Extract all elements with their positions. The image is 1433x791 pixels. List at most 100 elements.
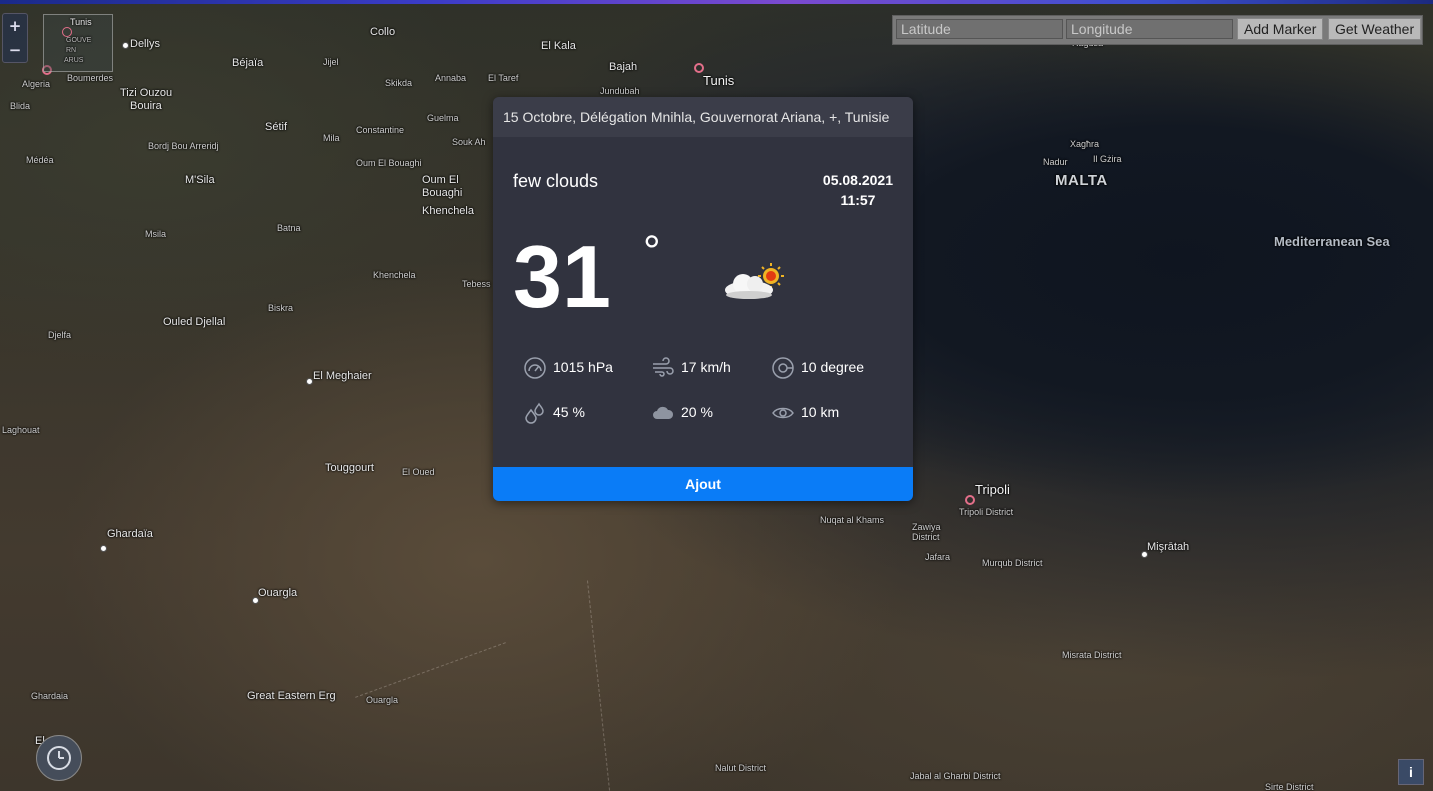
map-label: Msila <box>145 229 167 239</box>
map-label: Tunis <box>703 73 735 88</box>
map-label: Nuqat al Khams <box>820 515 885 525</box>
city-dot <box>306 378 313 385</box>
weather-location: 15 Octobre, Délégation Mnihla, Gouvernor… <box>503 109 890 125</box>
map-label: Collo <box>370 26 396 38</box>
map-label: Sirte District <box>1265 782 1314 791</box>
map-label: Batna <box>277 223 301 233</box>
map-label: Bordj Bou Arreridj <box>148 141 219 151</box>
clock-icon <box>47 746 71 770</box>
compass-icon <box>772 357 794 379</box>
get-weather-button[interactable]: Get Weather <box>1328 18 1422 40</box>
map-label: Dellys <box>130 38 160 50</box>
map-label: M'Sila <box>185 174 215 186</box>
map-label: Khenchela <box>422 205 474 217</box>
map-label: El Meghaier <box>313 370 372 382</box>
map-label: Misrata District <box>1062 650 1122 660</box>
zoom-out-button[interactable]: − <box>3 38 27 62</box>
minimap-label: Tunis <box>70 17 92 27</box>
map-label: Touggourt <box>325 462 374 474</box>
map-label: Annaba <box>435 73 467 83</box>
minimap-marker <box>62 27 72 37</box>
map-label: Biskra <box>268 303 294 313</box>
map-label: Bajah <box>609 61 638 73</box>
map-label: District <box>912 532 940 542</box>
map-label: Skikda <box>385 78 413 88</box>
map-label: Bouira <box>130 100 162 112</box>
zoom-in-button[interactable]: + <box>3 14 27 38</box>
sea-label: Mediterranean Sea <box>1274 234 1390 249</box>
map-label: Blida <box>10 101 31 111</box>
map-label: Xagħra <box>1070 139 1100 149</box>
map-label: El Taref <box>488 73 519 83</box>
map-label: Sétif <box>265 121 288 133</box>
map-label: Jijel <box>323 57 339 67</box>
top-accent-bar <box>0 0 1433 4</box>
map-label: Tripoli District <box>959 507 1014 517</box>
map-label: Ouargla <box>366 695 399 705</box>
map-label: Oum El <box>422 174 459 186</box>
country-label: MALTA <box>1055 172 1108 189</box>
minimap-label: GOUVE <box>66 37 92 44</box>
map-label: Great Eastern Erg <box>247 690 336 702</box>
degree-symbol: ° <box>643 227 661 276</box>
map-label: Khenchela <box>373 270 416 280</box>
map-label: Tripoli <box>975 482 1010 497</box>
cloudiness-value: 20 % <box>681 404 713 420</box>
weather-datetime: 05.08.2021 11:57 <box>823 170 893 210</box>
map-label: Ouargla <box>258 587 298 599</box>
map-label: Jafara <box>925 552 951 562</box>
map-label: Constantine <box>356 125 405 135</box>
weather-location-header: 15 Octobre, Délégation Mnihla, Gouvernor… <box>493 97 913 137</box>
wind-icon <box>653 357 674 377</box>
eye-icon <box>772 407 794 419</box>
map-label: Mişrātah <box>1147 541 1190 553</box>
info-button[interactable]: i <box>1398 759 1424 785</box>
map-label: El Kala <box>541 40 576 52</box>
map-label: Djelfa <box>48 330 72 340</box>
minimap-label: ARUS <box>64 57 84 64</box>
country-border <box>355 642 506 698</box>
map-label: Médéa <box>26 155 54 165</box>
map-label: Laghouat <box>2 425 40 435</box>
map-label: Tebess <box>462 279 491 289</box>
pressure-value: 1015 hPa <box>553 359 613 375</box>
map-label: Mila <box>323 133 340 143</box>
longitude-input[interactable] <box>1066 19 1233 39</box>
map-label: Jundubah <box>600 86 640 96</box>
capital-marker <box>965 495 975 505</box>
map-label: Ghardaïa <box>107 528 153 540</box>
city-dot <box>100 545 107 552</box>
map-label: Tizi Ouzou <box>120 87 173 99</box>
map-label: Il Gżira <box>1093 154 1122 164</box>
add-marker-button[interactable]: Add Marker <box>1237 18 1324 40</box>
gauge-icon <box>524 357 546 379</box>
map-label: Béjaïa <box>232 57 264 69</box>
overview-minimap[interactable]: Tunis GOUVE RN ARUS <box>43 14 113 72</box>
weather-description: few clouds <box>513 171 599 191</box>
weather-date: 05.08.2021 <box>822 172 893 188</box>
ajout-button[interactable]: Ajout <box>493 467 913 501</box>
city-dot <box>252 597 259 604</box>
map-label: Oum El Bouaghi <box>356 158 422 168</box>
map-label: Bouaghi <box>422 187 463 199</box>
coordinate-controls: Add Marker Get Weather <box>892 15 1423 45</box>
cloud-icon <box>653 406 674 419</box>
time-control[interactable] <box>36 735 82 781</box>
country-border <box>586 580 611 791</box>
wind-direction-value: 10 degree <box>801 359 865 375</box>
weather-popup: 15 Octobre, Délégation Mnihla, Gouvernor… <box>493 97 913 501</box>
humidity-value: 45 % <box>553 404 585 420</box>
weather-temperature: 31 <box>513 227 611 326</box>
map-label: Ghardaia <box>31 691 69 701</box>
city-dot <box>1141 551 1148 558</box>
map-label: El Oued <box>402 467 435 477</box>
map-label: Murqub District <box>982 558 1043 568</box>
latitude-input[interactable] <box>896 19 1063 39</box>
minimap-label: RN <box>66 47 77 54</box>
zoom-control: + − <box>2 13 28 63</box>
visibility-value: 10 km <box>801 404 840 420</box>
city-dot <box>122 42 129 49</box>
map-label: Ouled Djellal <box>163 316 226 328</box>
weather-time: 11:57 <box>840 192 876 208</box>
droplets-icon <box>525 402 544 424</box>
